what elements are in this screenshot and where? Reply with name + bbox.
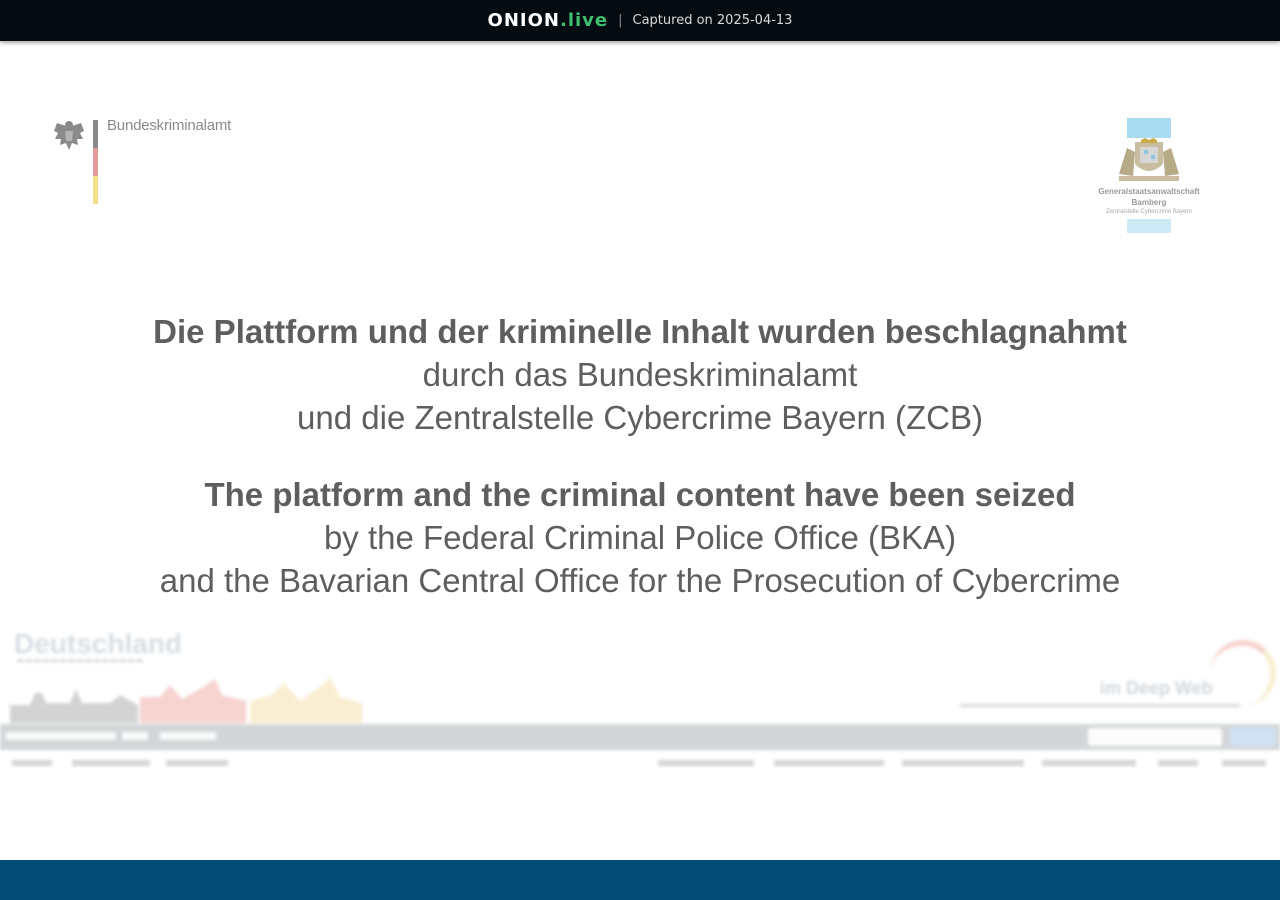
- seizure-line-de-2: durch das Bundeskriminalamt: [422, 356, 858, 393]
- german-flag-bar: [93, 120, 98, 204]
- background-nav-bar: [0, 724, 1280, 750]
- background-logo-arc: [1210, 640, 1276, 706]
- skyline-image: [10, 677, 362, 723]
- onion-live-brand[interactable]: ONION.live: [488, 10, 609, 31]
- topbar-separator: |: [618, 13, 623, 28]
- background-nav-item: [160, 732, 216, 740]
- seizure-notice: Die Plattform und der kriminelle Inhalt …: [0, 310, 1280, 602]
- background-subnav-item: [1042, 760, 1136, 766]
- generalstaatsanwaltschaft-logo: Generalstaatsanwaltschaft Bamberg Zentra…: [1096, 117, 1202, 235]
- background-subnav-item: [902, 760, 1024, 766]
- gsa-name-line1: Generalstaatsanwaltschaft: [1098, 187, 1200, 196]
- bka-logo: Bundeskriminalamt: [52, 117, 232, 207]
- bavarian-crest-icon: [1119, 138, 1179, 181]
- background-subnav-item: [12, 760, 52, 766]
- background-subnav-item: [1222, 760, 1266, 766]
- gsa-name-line3: Zentralstelle Cybercrime Bayern: [1106, 209, 1192, 215]
- bavaria-color-block-top: [1127, 118, 1171, 138]
- background-subnav-item: [72, 760, 150, 766]
- background-divider: [960, 704, 1240, 707]
- seizure-line-de-3: und die Zentralstelle Cybercrime Bayern …: [297, 399, 983, 436]
- seizure-headline-de: Die Plattform und der kriminelle Inhalt …: [153, 313, 1127, 350]
- bavaria-color-block-bottom: [1127, 219, 1171, 233]
- background-nav-item: [6, 732, 116, 740]
- seizure-gap: [0, 439, 1280, 473]
- background-subnav-item: [1158, 760, 1198, 766]
- seizure-headline-en: The platform and the criminal content ha…: [204, 476, 1076, 513]
- background-subnav-item: [166, 760, 228, 766]
- federal-eagle-icon: [54, 121, 84, 150]
- background-nav-item: [122, 732, 148, 740]
- background-search-input: [1088, 728, 1222, 746]
- brand-main-text: ONION: [487, 10, 560, 31]
- seizure-line-en-3: and the Bavarian Central Office for the …: [159, 562, 1121, 599]
- background-subnav-item: [658, 760, 754, 766]
- background-search-button: [1230, 728, 1276, 746]
- capture-date: Captured on 2025-04-13: [632, 13, 793, 28]
- background-site-subtitle: ▬▬▬▬▬▬▬▬▬▬▬▬▬▬▬: [16, 656, 144, 666]
- background-site-tagline: im Deep Web: [1100, 678, 1213, 698]
- gsa-name-line2: Bamberg: [1131, 198, 1167, 207]
- background-subnav-item: [774, 760, 884, 766]
- page-footer-bar: [0, 860, 1280, 900]
- brand-suffix-text: .live: [559, 10, 609, 31]
- blurred-background-site: Deutschland ▬▬▬▬▬▬▬▬▬▬▬▬▬▬▬ im Deep Web: [0, 620, 1280, 790]
- bka-name-text: Bundeskriminalamt: [107, 117, 232, 134]
- onion-live-topbar: ONION.live | Captured on 2025-04-13: [0, 0, 1280, 41]
- seizure-line-en-2: by the Federal Criminal Police Office (B…: [323, 519, 957, 556]
